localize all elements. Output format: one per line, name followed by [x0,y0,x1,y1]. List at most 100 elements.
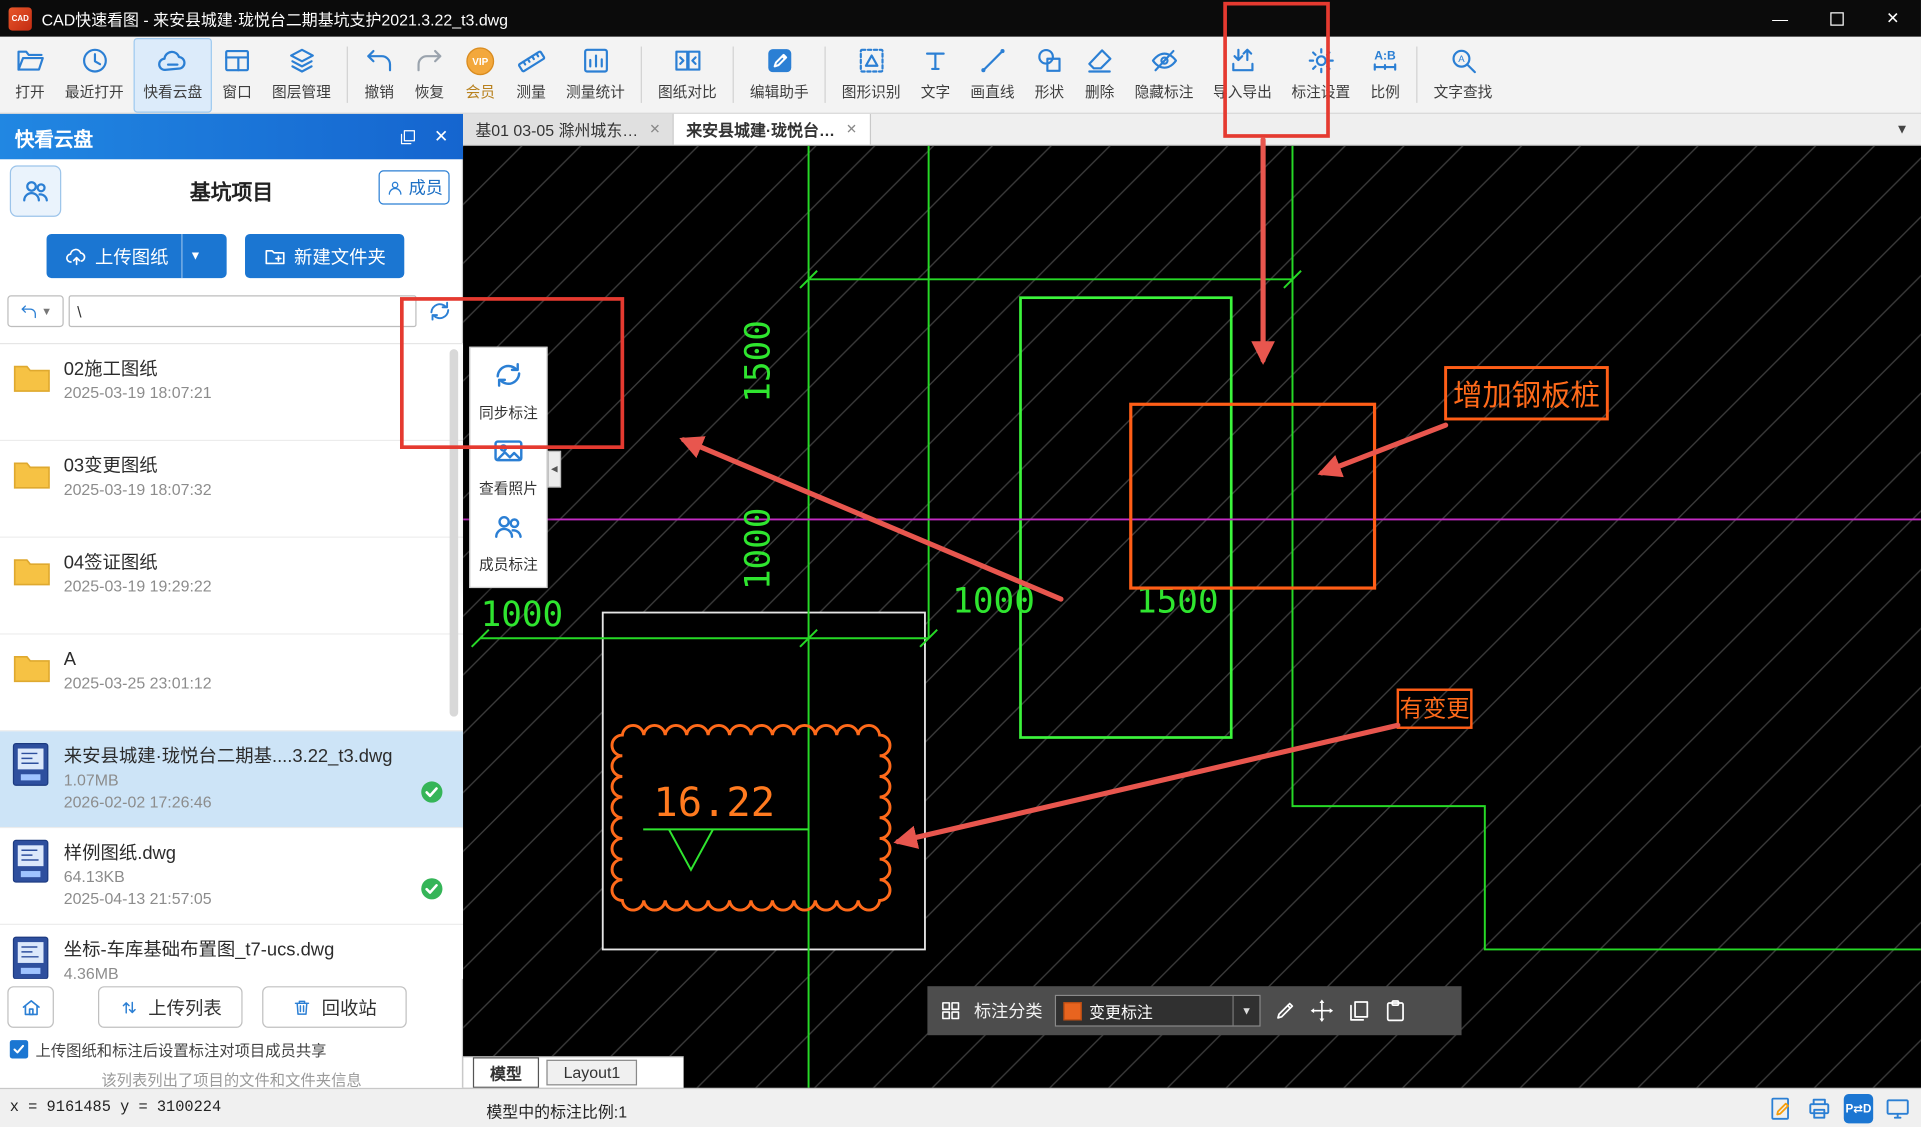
toolbar-item-find-text[interactable]: A 文字查找 [1424,37,1502,112]
delete-icon [1084,42,1115,79]
toolbar-item-open[interactable]: 打开 [5,37,55,112]
close-button[interactable]: ✕ [1865,0,1921,37]
upload-dropdown-caret[interactable]: ▼ [181,234,209,278]
monitor-icon[interactable] [1884,1095,1911,1122]
toolbar-item-label: 打开 [15,80,44,101]
toolbar-item-redo[interactable]: 恢复 [404,37,454,112]
toolbar-item-measure-stats[interactable]: 测量统计 [556,37,634,112]
markup-note-icon[interactable] [1768,1095,1795,1122]
toolbar-item-scale[interactable]: A:B 比例 [1360,37,1410,112]
minimize-button[interactable]: — [1752,0,1808,37]
file-list-item-dwg[interactable]: 样例图纸.dwg 64.13KB 2025-04-13 21:57:05 [0,828,463,925]
dimension-text: 1000 [481,595,564,635]
share-checkbox-label: 上传图纸和标注后设置标注对项目成员共享 [36,1038,327,1061]
float-panel-collapse-handle[interactable]: ◀ [548,451,561,488]
sync-annotation-button[interactable]: 同步标注 [479,358,538,423]
cad-canvas[interactable]: 1500 1000 1000 1000 1500 16.22 增加钢板桩 [463,146,1921,1088]
members-button[interactable]: 成员 [379,170,450,204]
toolbar-item-shapes[interactable]: 形状 [1024,37,1074,112]
upload-drawing-button[interactable]: 上传图纸 ▼ [47,234,227,278]
toolbar-item-import-export[interactable]: 导入导出 [1203,37,1281,112]
toolbar-item-layers[interactable]: 图层管理 [262,37,340,112]
measure-icon [516,42,547,79]
svg-text:A: A [1458,54,1465,65]
file-list-item-folder[interactable]: 04签证图纸 2025-03-19 19:29:22 [0,538,463,635]
annotation-float-panel: 同步标注 查看照片 成员标注 [469,347,547,588]
path-back-button[interactable]: ▼ [7,295,63,327]
tab-close-icon[interactable]: ✕ [846,121,857,137]
dwg-file-icon [12,936,49,979]
toolbar-item-window[interactable]: 窗口 [212,37,262,112]
pd-toggle-button[interactable]: P⇄D [1844,1094,1873,1123]
refresh-sync-icon[interactable] [424,295,456,327]
view-photo-button[interactable]: 查看照片 [479,434,538,499]
cloud-panel-header: 快看云盘 ✕ [0,114,463,159]
drawing-compare-icon [672,42,703,79]
svg-text:有变更: 有变更 [1400,696,1470,722]
move-annotation-icon[interactable] [1310,998,1335,1023]
annotation-category-bar: 标注分类 变更标注 ▼ [927,986,1461,1035]
annotation-category-label: 标注分类 [974,998,1043,1023]
file-list-item-folder[interactable]: A 2025-03-25 23:01:12 [0,635,463,732]
toolbar-separator [641,47,642,103]
upload-list-button[interactable]: 上传列表 [98,986,243,1028]
tab-close-icon[interactable]: ✕ [649,121,660,137]
file-list-item-dwg-selected[interactable]: 来安县城建·珑悦台二期基....3.22_t3.dwg 1.07MB 2026-… [0,731,463,828]
toolbar-item-shape-recognition[interactable]: 图形识别 [832,37,910,112]
cloud-drive-icon [157,42,189,79]
toolbar-item-edit-assistant[interactable]: 编辑助手 [740,37,818,112]
layers-icon [286,42,317,79]
toolbar-item-draw-line[interactable]: 画直线 [961,37,1025,112]
layout-tab-bar: 模型 Layout1 [463,1056,684,1088]
window-title: CAD快速看图 - 来安县城建·珑悦台二期基坑支护2021.3.22_t3.dw… [42,7,508,30]
file-list-item-folder[interactable]: 03变更图纸 2025-03-19 18:07:32 [0,441,463,538]
window-icon [222,42,253,79]
drawing-tab-active[interactable]: 来安县城建·珑悦台… ✕ [674,114,871,145]
toolbar-item-recent[interactable]: 最近打开 [55,37,133,112]
dimension-text: 1000 [952,582,1035,622]
toolbar-item-undo[interactable]: 撤销 [354,37,404,112]
toolbar-item-annotation-settings[interactable]: 标注设置 [1282,37,1360,112]
tab-list-dropdown-icon[interactable]: ▼ [1895,122,1908,137]
sync-annotation-icon [491,358,525,398]
toolbar-item-measure[interactable]: 测量 [506,37,556,112]
home-button[interactable] [7,986,54,1028]
toolbar-item-delete[interactable]: 删除 [1075,37,1125,112]
toolbar-item-hide-annotation[interactable]: 隐藏标注 [1125,37,1203,112]
new-folder-button[interactable]: 新建文件夹 [245,234,404,278]
draw-line-icon [977,42,1008,79]
title-bar: CAD CAD快速看图 - 来安县城建·珑悦台二期基坑支护2021.3.22_t… [0,0,1921,37]
share-checkbox[interactable] [10,1040,28,1058]
path-back-caret[interactable]: ▼ [41,305,52,317]
float-panel-icon[interactable] [400,128,417,145]
elevation-text[interactable]: 16.22 [653,778,775,826]
drawing-tab[interactable]: 基01 03-05 滁州城东… ✕ [463,114,674,145]
file-list-scrollbar[interactable] [450,349,459,717]
print-icon[interactable] [1806,1095,1833,1122]
file-list-item-folder[interactable]: 02施工图纸 2025-03-19 18:07:21 [0,344,463,441]
layout-tab-layout1[interactable]: Layout1 [546,1060,637,1086]
recycle-bin-button[interactable]: 回收站 [262,986,407,1028]
measure-stats-icon [580,42,611,79]
cloud-panel-title: 快看云盘 [15,122,93,151]
toolbar-item-drawing-compare[interactable]: 图纸对比 [648,37,726,112]
svg-text:VIP: VIP [472,57,488,68]
annotation-category-dropdown[interactable]: 变更标注 ▼ [1055,995,1261,1027]
copy-annotation-icon[interactable] [1346,998,1371,1023]
maximize-button[interactable] [1808,0,1864,37]
paste-annotation-icon[interactable] [1383,998,1408,1023]
file-list-item-dwg[interactable]: 坐标-车库基础布置图_t7-ucs.dwg 4.36MB [0,925,463,979]
apps-grid-icon[interactable] [940,1000,962,1022]
toolbar-separator [347,47,348,103]
toolbar-item-text[interactable]: 文字 [910,37,960,112]
layout-tab-model[interactable]: 模型 [473,1057,539,1088]
edit-annotation-icon[interactable] [1273,998,1298,1023]
toolbar-item-cloud-drive[interactable]: 快看云盘 [134,37,212,112]
toolbar-item-vip[interactable]: VIP 会员 [455,37,506,112]
close-panel-icon[interactable]: ✕ [434,126,448,147]
maximize-icon [1830,12,1843,25]
edit-assistant-icon [764,42,795,79]
path-input[interactable] [69,295,417,327]
member-annotation-button[interactable]: 成员标注 [479,510,538,575]
import-export-icon [1227,42,1258,79]
